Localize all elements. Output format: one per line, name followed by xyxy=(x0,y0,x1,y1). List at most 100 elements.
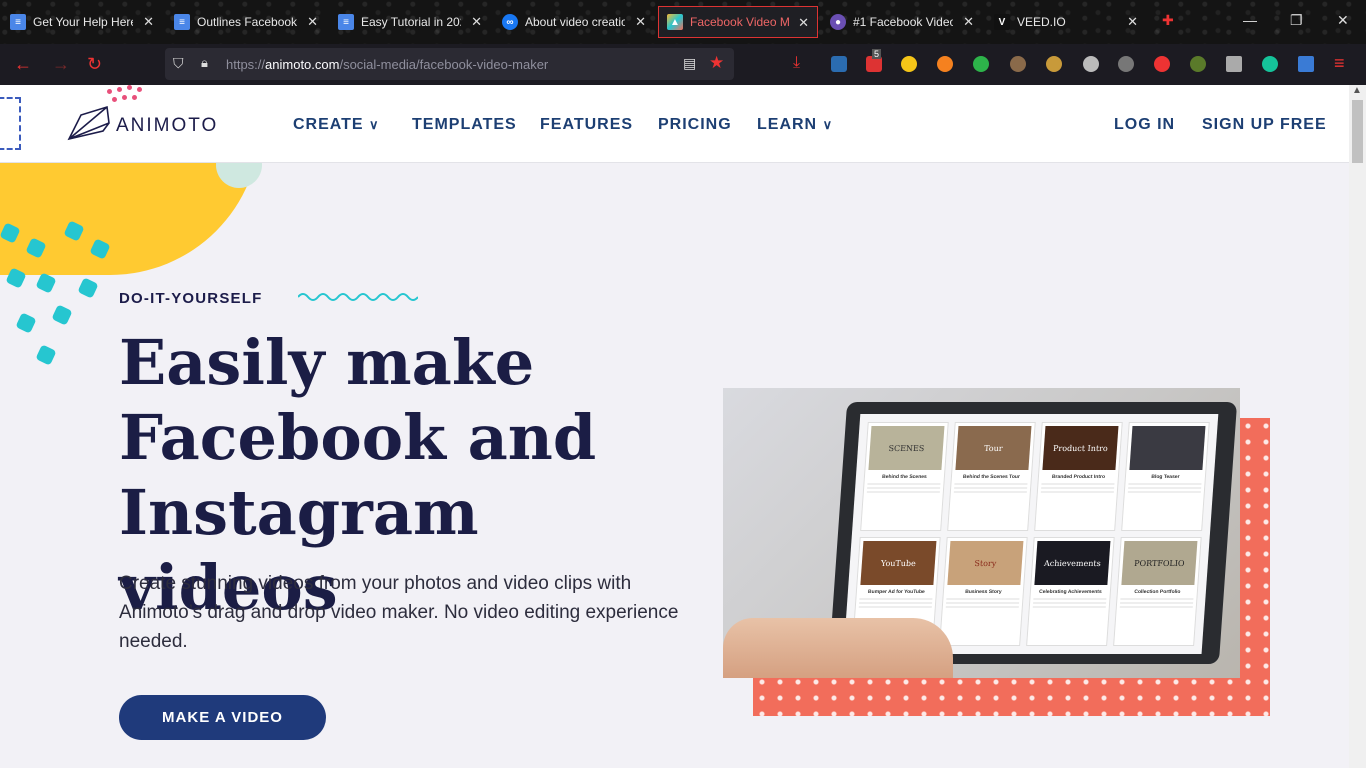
scroll-up-icon[interactable]: ▲ xyxy=(1352,85,1362,96)
url-path: /social-media/facebook-video-maker xyxy=(339,57,549,72)
decor-dot xyxy=(107,89,112,94)
browser-tab-active[interactable]: ▲ Facebook Video Ma ✕ xyxy=(658,6,818,38)
card-desc xyxy=(858,598,933,608)
grammarly-icon[interactable] xyxy=(1262,56,1278,72)
extension-icon[interactable] xyxy=(1298,56,1314,72)
decor-dab xyxy=(51,304,73,326)
card-title: Behind the Scenes xyxy=(881,474,927,480)
extension-icon[interactable] xyxy=(1118,56,1134,72)
decor-dot xyxy=(137,87,142,92)
decor-dashed-box xyxy=(0,97,21,150)
close-icon[interactable]: ✕ xyxy=(143,14,154,30)
nav-learn[interactable]: LEARN ∨ xyxy=(757,116,833,134)
close-icon[interactable]: ✕ xyxy=(1127,14,1138,30)
close-icon[interactable]: ✕ xyxy=(798,15,809,31)
vpn-icon[interactable] xyxy=(831,56,847,72)
download-icon[interactable]: ⤓ xyxy=(793,54,809,71)
extension-badge: 5 xyxy=(872,49,882,59)
bookmark-star-icon[interactable]: ★ xyxy=(709,53,724,73)
decor-dot xyxy=(117,87,122,92)
web-page: ANIMOTO CREATE ∨ TEMPLATES FEATURES PRIC… xyxy=(0,85,1349,768)
decor-dot xyxy=(122,95,127,100)
extension-icon[interactable] xyxy=(1010,56,1026,72)
decor-dot xyxy=(132,95,137,100)
url-bar[interactable]: ⛉ 🔒︎ https://animoto.com/social-media/fa… xyxy=(165,48,734,80)
decor-dab xyxy=(35,272,57,294)
hero-subtext: Create stunning videos from your photos … xyxy=(119,573,679,652)
close-icon[interactable]: ✕ xyxy=(471,14,482,30)
back-icon[interactable]: ← xyxy=(14,54,32,75)
extension-icon[interactable] xyxy=(973,56,989,72)
login-link[interactable]: LOG IN xyxy=(1114,116,1175,134)
template-card: PORTFOLIO Collection Portfolio xyxy=(1113,537,1202,646)
card-desc xyxy=(1032,598,1107,608)
chevron-down-icon: ∨ xyxy=(369,117,380,132)
signup-link[interactable]: SIGN UP FREE xyxy=(1202,116,1327,134)
browser-tab[interactable]: ≡ Outlines Facebook ✕ xyxy=(166,6,326,38)
extension-icon[interactable] xyxy=(1190,56,1206,72)
card-thumb: Achievements xyxy=(1034,541,1111,585)
nav-create[interactable]: CREATE ∨ xyxy=(293,116,380,134)
shield-icon[interactable]: ⛉ xyxy=(173,55,184,72)
forward-icon[interactable]: → xyxy=(52,54,70,75)
decor-dab xyxy=(15,312,37,334)
extension-icon[interactable] xyxy=(1083,56,1099,72)
reload-icon[interactable]: ↻ xyxy=(87,54,102,75)
url-prefix: https:// xyxy=(226,57,266,72)
page-scrollbar[interactable]: ▲ xyxy=(1349,85,1366,768)
card-title: Celebrating Achievements xyxy=(1038,589,1102,595)
browser-tab[interactable]: ≡ Easy Tutorial in 2022 ✕ xyxy=(330,6,490,38)
purple-icon: ● xyxy=(830,14,846,30)
browser-tab[interactable]: V VEED.IO ✕ xyxy=(986,6,1146,38)
card-thumb: Product Intro xyxy=(1042,426,1119,470)
sun-icon[interactable] xyxy=(901,56,917,72)
card-title: Behind the Scenes Tour xyxy=(962,474,1021,480)
close-icon[interactable]: ✕ xyxy=(963,14,974,30)
reader-view-icon[interactable]: ▤ xyxy=(683,55,696,72)
restore-icon[interactable]: ❐ xyxy=(1290,12,1303,29)
docs-icon: ≡ xyxy=(338,14,354,30)
nav-templates[interactable]: TEMPLATES xyxy=(412,116,517,134)
decor-dot xyxy=(112,97,117,102)
extension-icon[interactable] xyxy=(937,56,953,72)
lock-icon[interactable]: 🔒︎ xyxy=(201,55,208,71)
browser-tab[interactable]: ∞ About video creatio ✕ xyxy=(494,6,654,38)
tab-title: #1 Facebook Video xyxy=(853,15,953,29)
close-icon[interactable]: ✕ xyxy=(307,14,318,30)
window-close-icon[interactable]: ✕ xyxy=(1337,12,1349,29)
tab-title: Outlines Facebook xyxy=(197,15,297,29)
new-tab-icon[interactable]: ✚ xyxy=(1162,12,1174,29)
card-thumb: PORTFOLIO xyxy=(1121,541,1198,585)
card-title: Branded Product Intro xyxy=(1051,474,1106,480)
extension-icon[interactable] xyxy=(1226,56,1242,72)
template-card: Tour Behind the Scenes Tour xyxy=(947,422,1036,531)
scrollbar-thumb[interactable] xyxy=(1352,100,1363,163)
template-card: Blog Teaser xyxy=(1121,422,1210,531)
card-desc xyxy=(1119,598,1194,608)
tomato-icon[interactable] xyxy=(1154,56,1170,72)
card-thumb: SCENES xyxy=(868,426,945,470)
url-domain: animoto.com xyxy=(265,57,340,72)
veed-icon: V xyxy=(994,14,1010,30)
card-desc xyxy=(1040,483,1115,493)
close-icon[interactable]: ✕ xyxy=(635,14,646,30)
nav-features[interactable]: FEATURES xyxy=(540,116,633,134)
card-thumb: YouTube xyxy=(860,541,937,585)
hand-on-keyboard xyxy=(723,618,953,678)
animoto-icon: ▲ xyxy=(667,14,683,30)
minimize-icon[interactable]: — xyxy=(1243,12,1257,28)
nav-label: LEARN xyxy=(757,116,818,133)
menu-icon[interactable]: ≡ xyxy=(1334,53,1345,74)
card-thumb xyxy=(1129,426,1206,470)
make-a-video-button[interactable]: MAKE A VIDEO xyxy=(119,695,326,740)
template-card: Product Intro Branded Product Intro xyxy=(1034,422,1123,531)
hero-laptop-image: SCENES Behind the Scenes Tour Behind the S… xyxy=(723,388,1240,678)
browser-nav-bar: ← → ↻ ⛉ 🔒︎ https://animoto.com/social-me… xyxy=(0,44,1366,85)
browser-tab[interactable]: ≡ Get Your Help Here ✕ xyxy=(2,6,162,38)
nav-pricing[interactable]: PRICING xyxy=(658,116,732,134)
browser-tab[interactable]: ● #1 Facebook Video ✕ xyxy=(822,6,982,38)
extension-icon[interactable] xyxy=(1046,56,1062,72)
decor-dab xyxy=(35,344,57,366)
docs-icon: ≡ xyxy=(10,14,26,30)
site-logo[interactable]: ANIMOTO xyxy=(116,115,218,137)
